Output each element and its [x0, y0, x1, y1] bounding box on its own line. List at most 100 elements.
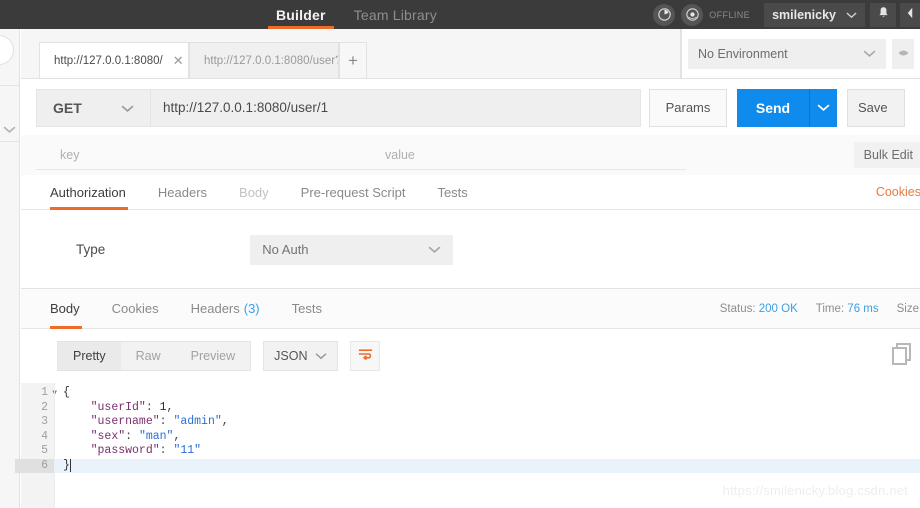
- sidebar-collapsed-avatar[interactable]: [0, 35, 14, 65]
- word-wrap-button[interactable]: [350, 341, 381, 371]
- request-section-tabs: Authorization Headers Body Pre-request S…: [21, 175, 920, 210]
- send-button[interactable]: Send: [737, 88, 809, 127]
- close-icon[interactable]: ✕: [173, 53, 184, 69]
- param-key-input[interactable]: key: [36, 140, 361, 170]
- http-method-select[interactable]: GET: [36, 88, 151, 127]
- param-value-input[interactable]: value: [361, 140, 686, 170]
- user-menu-button[interactable]: smilenicky: [764, 2, 865, 27]
- line-number-value: 3: [41, 415, 48, 428]
- response-tab-headers[interactable]: Headers (3): [175, 289, 276, 328]
- line-number-value: 6: [41, 458, 48, 472]
- response-format-select[interactable]: JSON: [263, 341, 339, 371]
- http-method-label: GET: [53, 99, 82, 116]
- send-options-button[interactable]: [809, 88, 837, 127]
- tab-authorization[interactable]: Authorization: [36, 175, 142, 210]
- tab-headers-label: Headers: [157, 184, 208, 200]
- copy-response-button[interactable]: [892, 342, 912, 370]
- param-value-placeholder: value: [385, 147, 415, 162]
- code-token: "admin": [173, 415, 222, 428]
- code-token: 1: [159, 400, 167, 414]
- code-token: {: [63, 386, 70, 399]
- params-label: Params: [665, 100, 711, 115]
- params-key-value-row: key value Bulk Edit: [21, 135, 920, 175]
- word-wrap-icon: [357, 347, 374, 366]
- bulk-edit-button[interactable]: Bulk Edit: [853, 142, 920, 168]
- response-tab-tests-label: Tests: [291, 301, 322, 316]
- activity-feed-icon[interactable]: [681, 3, 704, 26]
- tab-builder-label: Builder: [276, 6, 326, 23]
- tab-headers[interactable]: Headers: [142, 175, 223, 209]
- send-label: Send: [755, 99, 791, 116]
- eye-icon: [897, 45, 910, 63]
- authorization-panel: Type No Auth: [21, 211, 920, 289]
- view-mode-pretty[interactable]: Pretty: [58, 342, 121, 370]
- top-bar-right-group: OFFLINE smilenicky: [653, 0, 920, 29]
- tab-builder[interactable]: Builder: [262, 0, 340, 29]
- code-token: "man": [138, 429, 174, 443]
- chevron-down-icon: [817, 99, 830, 117]
- tab-tests[interactable]: Tests: [421, 175, 483, 209]
- code-token: "password": [90, 444, 160, 457]
- url-input[interactable]: http://127.0.0.1:8080/user/1: [151, 88, 641, 127]
- tab-body-label: Body: [239, 184, 269, 200]
- save-label: Save: [858, 100, 888, 115]
- response-tab-body[interactable]: Body: [36, 289, 96, 329]
- top-navigation-bar: Builder Team Library OFFLINE smilenicky: [0, 0, 920, 29]
- settings-button[interactable]: [900, 2, 920, 27]
- line-number: 3: [34, 415, 48, 430]
- response-tab-body-label: Body: [50, 301, 80, 316]
- environment-quick-look-button[interactable]: [892, 38, 914, 69]
- request-tab-1[interactable]: http://127.0.0.1:8080/ ✕: [39, 42, 189, 78]
- code-token: "userId": [90, 400, 146, 414]
- code-line: {: [63, 386, 920, 401]
- line-number-value: 2: [41, 400, 48, 414]
- response-tab-cookies[interactable]: Cookies: [96, 289, 175, 328]
- request-tab-2[interactable]: http://127.0.0.1:8080/user?u: [189, 42, 339, 78]
- line-number: 4: [34, 430, 48, 445]
- response-tab-cookies-label: Cookies: [111, 301, 159, 316]
- cookies-link[interactable]: Cookies: [876, 175, 920, 209]
- request-tab-strip: http://127.0.0.1:8080/ ✕ http://127.0.0.…: [21, 29, 680, 79]
- url-value: http://127.0.0.1:8080/user/1: [163, 100, 329, 115]
- line-number-gutter: 1 ▼ 2 3 4 5 6: [15, 383, 57, 508]
- bulk-edit-label: Bulk Edit: [863, 148, 913, 162]
- params-button[interactable]: Params: [649, 88, 727, 127]
- tab-body[interactable]: Body: [223, 175, 285, 209]
- view-mode-segmented-control: Pretty Raw Preview: [57, 341, 252, 371]
- sync-status-icon[interactable]: [653, 3, 676, 26]
- auth-type-value: No Auth: [262, 242, 309, 257]
- settings-icon: [904, 6, 916, 24]
- view-mode-raw[interactable]: Raw: [121, 342, 176, 370]
- response-section-tabs: Body Cookies Headers (3) Tests Status: 2…: [21, 289, 920, 329]
- postman-window: Builder Team Library OFFLINE smilenicky: [0, 0, 920, 508]
- tab-team-library[interactable]: Team Library: [340, 0, 451, 29]
- save-button[interactable]: Save: [847, 88, 905, 127]
- response-viewer-toolbar: Pretty Raw Preview JSON: [21, 329, 920, 383]
- tab-authorization-label: Authorization: [50, 184, 126, 200]
- chevron-down-icon: [121, 100, 134, 116]
- time-group: Time: 76 ms: [816, 303, 879, 315]
- offline-status-label: OFFLINE: [709, 9, 751, 20]
- chevron-down-icon: [307, 349, 327, 363]
- size-group: Size: [897, 303, 919, 315]
- response-tab-tests[interactable]: Tests: [276, 289, 338, 328]
- code-line: "sex": "man",: [63, 430, 920, 445]
- response-tab-headers-label: Headers: [190, 301, 240, 316]
- notifications-button[interactable]: [870, 2, 896, 27]
- view-mode-preview-label: Preview: [190, 349, 236, 363]
- copy-icon: [892, 342, 912, 369]
- environment-select[interactable]: No Environment: [688, 38, 886, 69]
- chevron-down-icon[interactable]: [3, 121, 16, 139]
- tab-pre-request-script[interactable]: Pre-request Script: [285, 175, 422, 209]
- line-number: 1 ▼: [34, 386, 57, 401]
- url-bar: GET http://127.0.0.1:8080/user/1 Params …: [21, 80, 920, 135]
- chevron-down-icon: [428, 242, 441, 257]
- new-tab-button[interactable]: +: [339, 42, 367, 78]
- line-number: 2: [34, 401, 48, 416]
- auth-type-select[interactable]: No Auth: [250, 234, 454, 265]
- code-token: "11": [173, 444, 202, 457]
- view-mode-pretty-label: Pretty: [73, 349, 106, 363]
- view-mode-preview[interactable]: Preview: [176, 342, 250, 370]
